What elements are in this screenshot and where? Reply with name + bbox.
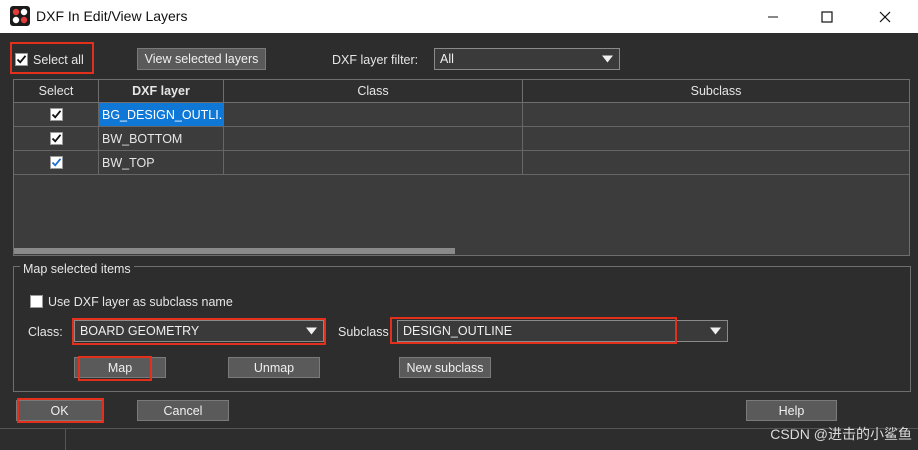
cadence-app-icon	[10, 6, 30, 26]
new-subclass-button[interactable]: New subclass	[399, 357, 491, 378]
table-row-layer-cell[interactable]: BW_TOP	[99, 151, 224, 175]
maximize-button[interactable]	[804, 0, 850, 33]
dxf-layer-filter-label: DXF layer filter:	[332, 53, 419, 67]
unmap-button[interactable]: Unmap	[228, 357, 320, 378]
column-header-subclass[interactable]: Subclass	[523, 80, 909, 103]
ok-button[interactable]: OK	[16, 400, 103, 421]
help-button[interactable]: Help	[746, 400, 837, 421]
column-header-class[interactable]: Class	[224, 80, 523, 103]
close-button[interactable]	[862, 0, 908, 33]
scrollbar-thumb[interactable]	[14, 248, 455, 254]
table-row-class-cell[interactable]	[224, 127, 523, 151]
table-row-subclass-cell[interactable]	[523, 151, 909, 175]
table-row-subclass-cell[interactable]	[523, 103, 909, 127]
use-dxf-layer-label[interactable]: Use DXF layer as subclass name	[48, 295, 233, 309]
title-bar: DXF In Edit/View Layers	[0, 0, 918, 33]
subclass-value: DESIGN_OUTLINE	[403, 324, 513, 338]
window-title: DXF In Edit/View Layers	[36, 8, 188, 24]
table-row-select-cell[interactable]	[14, 151, 99, 175]
table-row-class-cell[interactable]	[224, 151, 523, 175]
table-row-class-cell[interactable]	[224, 103, 523, 127]
table-row-select-cell[interactable]	[14, 103, 99, 127]
minimize-button[interactable]	[750, 0, 796, 33]
dropdown-arrow-icon	[710, 327, 721, 335]
maximize-icon	[821, 10, 833, 23]
use-dxf-layer-checkbox[interactable]	[30, 295, 43, 308]
class-label: Class:	[28, 325, 63, 339]
table-row-layer-cell[interactable]: BG_DESIGN_OUTLI...	[99, 103, 224, 127]
class-value: BOARD GEOMETRY	[80, 324, 200, 338]
minimize-icon	[768, 16, 778, 17]
watermark: CSDN @进击的小鲨鱼	[770, 426, 912, 442]
dropdown-arrow-icon	[306, 327, 317, 335]
subclass-select[interactable]: DESIGN_OUTLINE	[397, 320, 728, 342]
column-header-select[interactable]: Select	[14, 80, 99, 103]
select-all-label[interactable]: Select all	[33, 53, 84, 67]
subclass-label: Subclass	[338, 325, 389, 339]
column-header-dxf-layer[interactable]: DXF layer	[99, 80, 224, 103]
map-button[interactable]: Map	[74, 357, 166, 378]
cancel-button[interactable]: Cancel	[137, 400, 229, 421]
checkmark-icon	[16, 55, 27, 64]
table-row-layer-cell[interactable]: BW_BOTTOM	[99, 127, 224, 151]
checkmark-icon	[51, 158, 61, 167]
select-all-checkbox[interactable]	[15, 53, 28, 66]
dxf-layer-filter-select[interactable]: All	[434, 48, 620, 70]
table-row-select-cell[interactable]	[14, 127, 99, 151]
status-separator	[65, 429, 66, 450]
close-icon	[879, 11, 891, 22]
checkmark-icon	[51, 134, 61, 143]
row-select-checkbox[interactable]	[49, 156, 63, 169]
group-title: Map selected items	[20, 262, 134, 276]
table-row-subclass-cell[interactable]	[523, 127, 909, 151]
checkmark-icon	[51, 110, 61, 119]
class-select[interactable]: BOARD GEOMETRY	[74, 320, 324, 342]
horizontal-scrollbar[interactable]	[14, 246, 909, 255]
row-select-checkbox[interactable]	[49, 108, 63, 121]
dropdown-arrow-icon	[602, 55, 613, 63]
row-select-checkbox[interactable]	[49, 132, 63, 145]
view-selected-layers-button[interactable]: View selected layers	[137, 48, 266, 70]
dxf-layer-filter-value: All	[440, 52, 454, 66]
layer-grid[interactable]: Select DXF layer Class Subclass BG_DESIG…	[13, 79, 910, 256]
